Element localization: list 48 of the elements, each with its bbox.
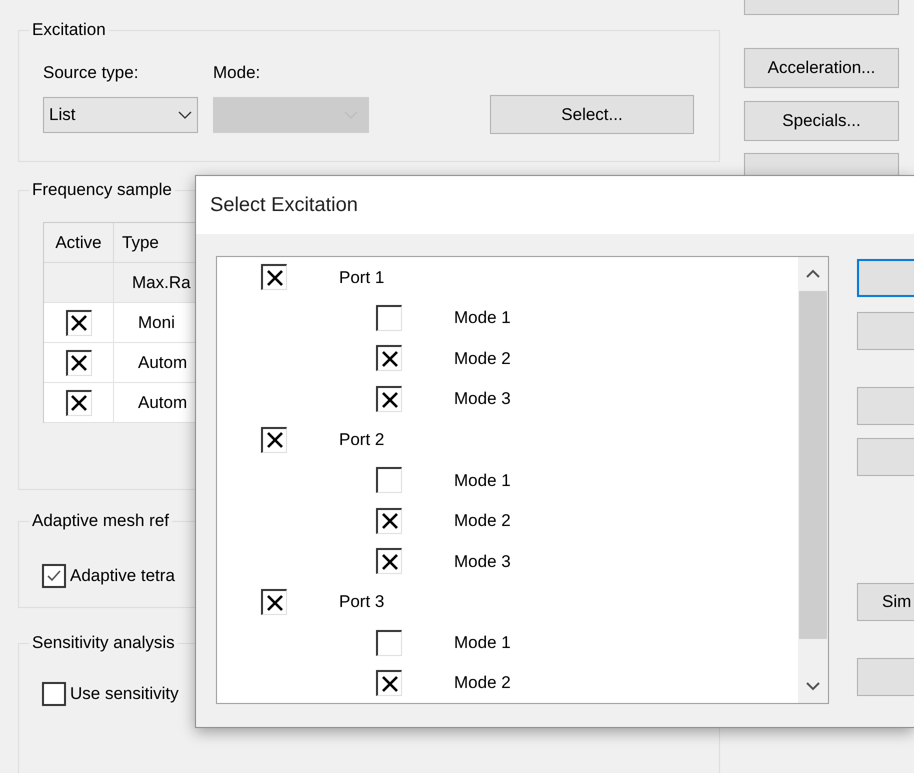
- select-button[interactable]: Select...: [490, 95, 694, 134]
- tree-item-label[interactable]: Port 3: [339, 589, 384, 615]
- table-cell-text: Autom: [138, 352, 188, 374]
- checkbox[interactable]: [376, 670, 402, 696]
- checkbox[interactable]: [66, 350, 92, 376]
- table-cell-text: Moni: [138, 312, 175, 334]
- tree-item-label[interactable]: Port 2: [339, 426, 384, 452]
- checkbox-label: Use sensitivity: [70, 683, 179, 705]
- checkbox[interactable]: [42, 682, 66, 706]
- tree-item-label[interactable]: Mode 1: [454, 468, 511, 494]
- tree-item-label[interactable]: Mode 3: [454, 548, 511, 574]
- scrollbar[interactable]: [798, 257, 828, 703]
- tree-item-label[interactable]: Mode 1: [454, 305, 511, 331]
- table-cell-text: Max.Ra: [132, 272, 191, 294]
- checkbox[interactable]: [42, 564, 66, 588]
- dialog-button[interactable]: [857, 259, 914, 297]
- checkbox[interactable]: [376, 304, 402, 331]
- dropdown[interactable]: List: [43, 96, 198, 132]
- tree-item-label[interactable]: Mode 3: [454, 386, 511, 412]
- side-button[interactable]: Specials...: [744, 101, 899, 141]
- checkbox[interactable]: [376, 345, 402, 372]
- checkbox-label: Adaptive tetra: [70, 565, 175, 587]
- checkbox[interactable]: [66, 310, 92, 336]
- scroll-up-icon[interactable]: [806, 269, 820, 278]
- caret-icon: [178, 110, 192, 118]
- checkbox[interactable]: [376, 508, 402, 534]
- tree-item-label[interactable]: Mode 2: [454, 670, 511, 696]
- tree-item-label[interactable]: Mode 1: [454, 630, 511, 656]
- tree-item-label[interactable]: Port 1: [339, 264, 384, 290]
- checkbox[interactable]: [261, 589, 287, 616]
- checkbox[interactable]: [66, 390, 92, 416]
- side-button[interactable]: Acceleration...: [744, 48, 899, 88]
- check-icon: [46, 568, 62, 584]
- dialog-button[interactable]: Sim: [857, 583, 914, 621]
- field-label: Source type:: [43, 62, 140, 84]
- field-label: Mode:: [213, 62, 260, 84]
- checkbox[interactable]: [376, 386, 402, 412]
- checkbox[interactable]: [376, 467, 402, 494]
- scroll-down-icon[interactable]: [806, 682, 820, 691]
- checkbox[interactable]: [261, 264, 287, 290]
- table-cell-text: Autom: [138, 392, 188, 414]
- checkbox[interactable]: [376, 548, 402, 574]
- checkbox[interactable]: [376, 630, 402, 656]
- tree-item-label[interactable]: Mode 2: [454, 346, 511, 372]
- checkbox[interactable]: [261, 426, 287, 453]
- column-header[interactable]: Active: [44, 223, 114, 262]
- dialog-title: Select Excitation: [210, 193, 358, 218]
- tree-item-label[interactable]: Mode 2: [454, 508, 511, 534]
